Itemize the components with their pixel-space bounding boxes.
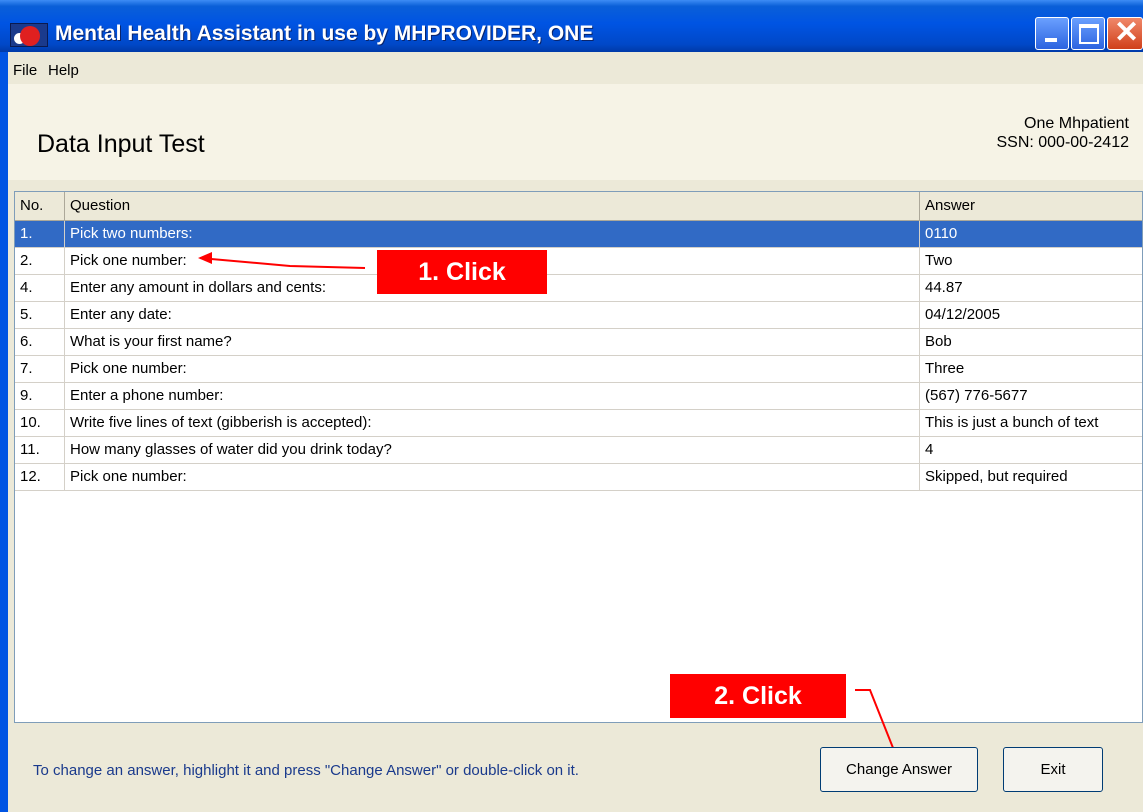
arrow-step-1-head bbox=[198, 252, 212, 264]
app-window: Mental Health Assistant in use by MHPROV… bbox=[0, 0, 1143, 812]
arrow-step-1 bbox=[199, 257, 366, 269]
footer-hint: To change an answer, highlight it and pr… bbox=[33, 762, 579, 779]
annotation-arrows bbox=[198, 252, 910, 782]
exit-button[interactable]: Exit bbox=[1003, 747, 1103, 792]
change-answer-button[interactable]: Change Answer bbox=[820, 747, 978, 792]
